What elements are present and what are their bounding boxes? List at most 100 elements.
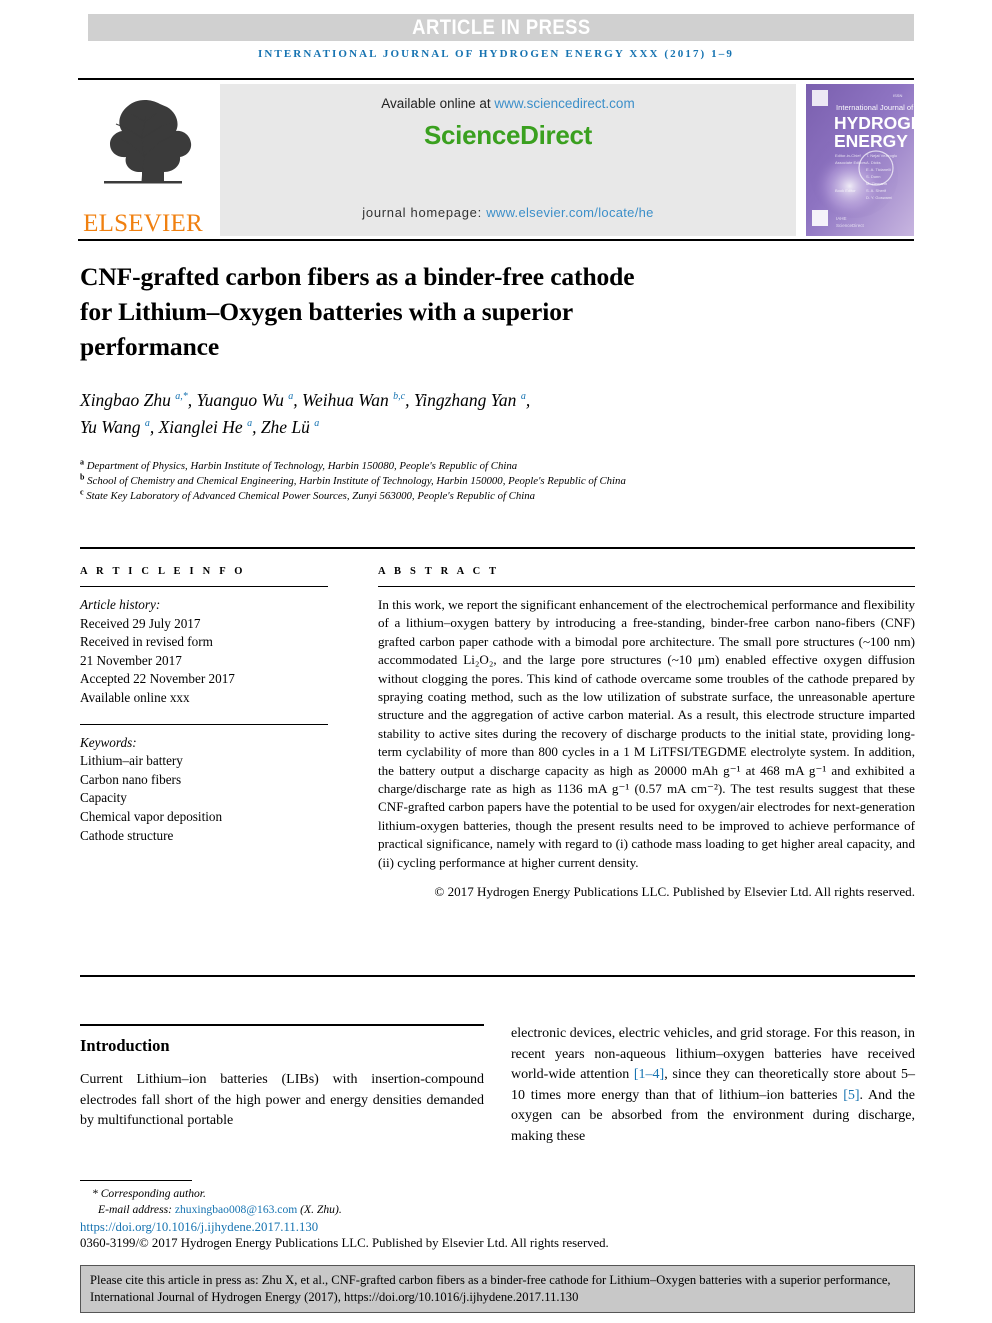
citation-box: Please cite this article in press as: Zh… — [80, 1265, 915, 1313]
author-separator: , — [149, 417, 159, 437]
author-separator: , — [405, 390, 414, 410]
doi-link[interactable]: https://doi.org/10.1016/j.ijhydene.2017.… — [80, 1220, 500, 1235]
author-name[interactable]: Zhe Lü — [261, 417, 314, 437]
author-list: Xingbao Zhu a,*, Yuanguo Wu a, Weihua Wa… — [80, 387, 880, 441]
article-info-rule — [80, 586, 328, 587]
article-history-line: Received in revised form — [80, 634, 213, 650]
footnote-rule — [80, 1180, 192, 1181]
elsevier-logo: ELSEVIER — [78, 84, 208, 236]
email-suffix: (X. Zhu). — [297, 1203, 342, 1216]
svg-text:E. A. Ticianelli: E. A. Ticianelli — [866, 167, 891, 172]
article-history-line: Available online xxx — [80, 689, 190, 705]
svg-text:S. A. Sherif: S. A. Sherif — [866, 188, 887, 193]
keyword-item: Capacity — [80, 790, 127, 806]
journal-cover-thumbnail: ISSN International Journal of HYDROG EN E… — [806, 84, 914, 236]
article-in-press-label: ARTICLE IN PRESS — [411, 15, 591, 39]
svg-text:International Journal of: International Journal of — [836, 103, 914, 112]
svg-text:ENERGY: ENERGY — [834, 131, 908, 151]
journal-cover-artwork: ISSN International Journal of HYDROG EN E… — [806, 84, 914, 236]
affiliation-item: c State Key Laboratory of Advanced Chemi… — [80, 488, 870, 504]
article-in-press-banner: ARTICLE IN PRESS — [88, 14, 914, 41]
author-name[interactable]: Yingzhang Yan — [414, 390, 521, 410]
author-name[interactable]: Yuanguo Wu — [197, 390, 289, 410]
svg-text:S. Dunn: S. Dunn — [866, 174, 880, 179]
journal-homepage-link[interactable]: www.elsevier.com/locate/he — [486, 205, 653, 220]
svg-text:D. Y. Goswami: D. Y. Goswami — [866, 195, 892, 200]
author-name[interactable]: Xianglei He — [159, 417, 247, 437]
abstract-column: A B S T R A C T In this work, we report … — [378, 566, 915, 900]
introduction-paragraph-right: electronic devices, electric vehicles, a… — [511, 1024, 915, 1148]
affiliation-item: a Department of Physics, Harbin Institut… — [80, 458, 870, 474]
svg-text:A. Dicks: A. Dicks — [866, 160, 881, 165]
keyword-item: Lithium–air battery — [80, 753, 183, 769]
journal-reference-line: INTERNATIONAL JOURNAL OF HYDROGEN ENERGY… — [258, 48, 734, 60]
email-label: E-mail address: — [98, 1203, 175, 1216]
sciencedirect-box: Available online at www.sciencedirect.co… — [220, 84, 796, 236]
body-column-left: Introduction Current Lithium–ion batteri… — [80, 1024, 484, 1132]
svg-text:T. Nejat Veziroglu: T. Nejat Veziroglu — [866, 153, 897, 158]
elsevier-tree-icon — [104, 100, 192, 184]
citation-box-text: Please cite this article in press as: Zh… — [90, 1273, 891, 1304]
abstract-text: In this work, we report the significant … — [378, 597, 915, 870]
issn-copyright-line: 0360-3199/© 2017 Hydrogen Energy Publica… — [80, 1236, 609, 1250]
email-link[interactable]: zhuxingbao008@163.com — [175, 1203, 297, 1216]
affiliation-item: b School of Chemistry and Chemical Engin… — [80, 473, 870, 489]
paper-title-line-3: performance — [80, 332, 220, 361]
available-online-line: Available online at www.sciencedirect.co… — [220, 96, 796, 111]
author-affiliation-mark: b,c — [393, 391, 406, 403]
corresponding-author-marker: * — [92, 1187, 98, 1200]
paper-title-line-1: CNF-grafted carbon fibers as a binder-fr… — [80, 262, 635, 291]
email-line: E-mail address: zhuxingbao008@163.com (X… — [98, 1202, 500, 1218]
keywords-rule — [80, 723, 328, 725]
affiliation-list: a Department of Physics, Harbin Institut… — [80, 458, 870, 505]
affiliation-text: School of Chemistry and Chemical Enginee… — [84, 475, 626, 488]
abstract-top-rule — [80, 547, 915, 549]
introduction-paragraph-left: Current Lithium–ion batteries (LIBs) wit… — [80, 1072, 484, 1129]
author-affiliation-mark: a — [314, 418, 320, 430]
author-separator: , — [187, 390, 197, 410]
abstract-rule — [378, 586, 915, 587]
author-separator: , — [293, 390, 303, 410]
elsevier-wordmark: ELSEVIER — [83, 210, 203, 237]
corresponding-author-line: * Corresponding author. — [80, 1186, 500, 1202]
citation-ref-5[interactable]: [5] — [843, 1088, 859, 1103]
article-history-line: Received 29 July 2017 — [80, 615, 201, 631]
available-online-prefix: Available online at — [381, 96, 495, 111]
article-history-block: Article history: Received 29 July 2017 Re… — [80, 596, 328, 708]
citation-ref-1-4[interactable]: [1–4] — [634, 1067, 664, 1082]
author-separator: , — [252, 417, 261, 437]
svg-text:IAHE: IAHE — [836, 216, 847, 221]
abstract-copyright: © 2017 Hydrogen Energy Publications LLC.… — [434, 884, 915, 900]
body-top-rule — [80, 975, 915, 977]
keyword-item: Carbon nano fibers — [80, 771, 182, 787]
body-column-right: electronic devices, electric vehicles, a… — [511, 1024, 915, 1148]
keyword-item: Chemical vapor deposition — [80, 808, 223, 824]
sciencedirect-url-link[interactable]: www.sciencedirect.com — [494, 96, 634, 111]
affiliation-text: State Key Laboratory of Advanced Chemica… — [83, 490, 536, 503]
paper-title: CNF-grafted carbon fibers as a binder-fr… — [80, 259, 780, 364]
article-info-kicker: A R T I C L E I N F O — [80, 566, 246, 577]
svg-text:Associate Editors: Associate Editors — [835, 160, 866, 165]
article-history-label: Article history: — [80, 597, 161, 612]
journal-homepage-label: journal homepage: — [362, 205, 487, 220]
author-separator: , — [525, 390, 531, 410]
svg-text:ScienceDirect: ScienceDirect — [836, 223, 865, 228]
journal-masthead: ELSEVIER Available online at www.science… — [78, 78, 914, 241]
keywords-block: Keywords: Lithium–air battery Carbon nano… — [80, 734, 328, 846]
article-history-line: Accepted 22 November 2017 — [80, 671, 235, 687]
author-name[interactable]: Xingbao Zhu — [80, 390, 175, 410]
svg-text:Editor-in-Chief: Editor-in-Chief — [835, 153, 861, 158]
paper-title-line-2: for Lithium–Oxygen batteries with a supe… — [80, 297, 574, 326]
corresponding-author-label: Corresponding author. — [100, 1187, 206, 1200]
author-name[interactable]: Weihua Wan — [302, 390, 393, 410]
keywords-label: Keywords: — [80, 734, 137, 750]
svg-text:Book Editor: Book Editor — [835, 188, 856, 193]
footnote-block: * Corresponding author. E-mail address: … — [80, 1180, 609, 1251]
svg-text:HYDROGEN: HYDROGEN — [834, 113, 914, 133]
article-info-column: A R T I C L E I N F O Article history: R… — [80, 566, 328, 845]
svg-text:ISSN: ISSN — [893, 93, 902, 98]
author-name[interactable]: Yu Wang — [80, 417, 145, 437]
abstract-kicker: A B S T R A C T — [378, 566, 500, 577]
article-history-line: 21 November 2017 — [80, 652, 182, 668]
sciencedirect-wordmark: ScienceDirect — [423, 120, 593, 150]
